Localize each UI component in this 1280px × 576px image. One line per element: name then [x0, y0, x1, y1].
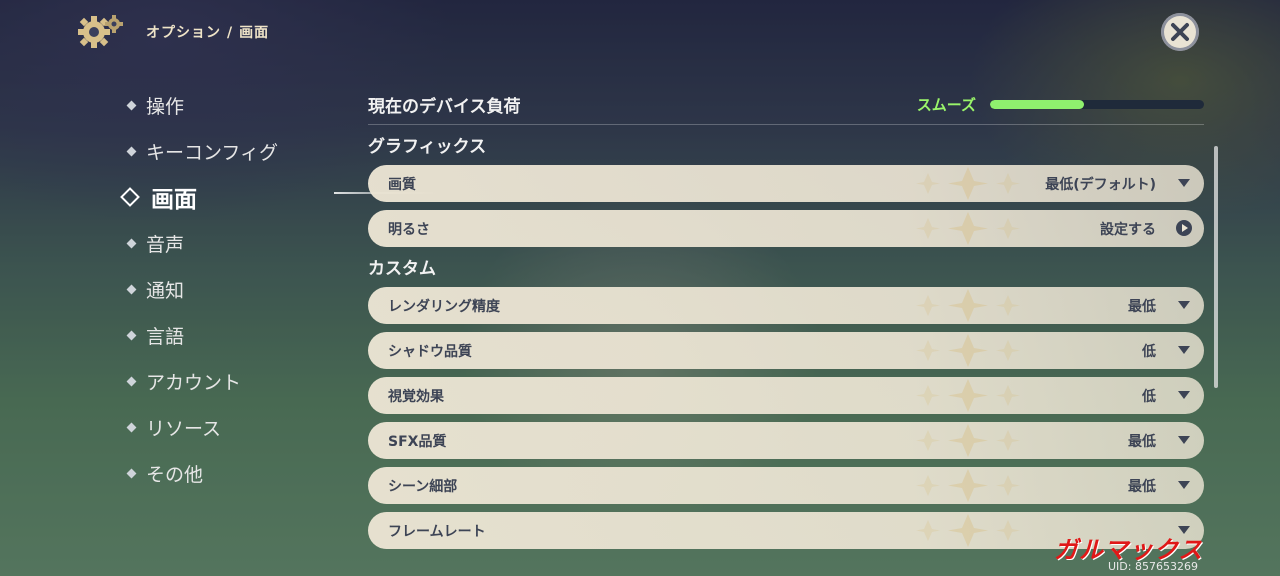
chevron-down-icon — [1178, 346, 1190, 354]
sidebar-item-label: 操作 — [146, 95, 185, 118]
sidebar-item-language[interactable]: 言語 — [126, 312, 356, 358]
device-load-status: スムーズ — [916, 95, 976, 114]
dropdown-button[interactable] — [1176, 432, 1192, 448]
setting-label: レンダリング精度 — [388, 298, 500, 315]
sidebar-item-audio[interactable]: 音声 — [126, 220, 356, 266]
graphics-settings-list: 画質 最低(デフォルト) 明るさ 設定する — [368, 165, 1204, 247]
open-button[interactable] — [1176, 220, 1192, 236]
sidebar-item-key-config[interactable]: キーコンフィグ — [126, 128, 356, 174]
star-decoration-icon — [916, 212, 1020, 245]
section-title-custom: カスタム — [368, 259, 436, 279]
star-decoration-icon — [916, 469, 1020, 502]
bullet-icon — [126, 468, 137, 478]
dropdown-button[interactable] — [1176, 297, 1192, 313]
sidebar-item-resources[interactable]: リソース — [126, 404, 356, 450]
setting-label: フレームレート — [388, 523, 486, 540]
header: オプション / 画面 — [76, 12, 269, 52]
setting-row[interactable]: 視覚効果 低 — [368, 377, 1204, 414]
scrollbar[interactable] — [1214, 146, 1218, 388]
sidebar-item-label: 画面 — [151, 187, 197, 213]
setting-row[interactable]: 明るさ 設定する — [368, 210, 1204, 247]
section-title-graphics: グラフィックス — [368, 137, 487, 157]
star-decoration-icon — [916, 514, 1020, 547]
setting-row[interactable]: シャドウ品質 低 — [368, 332, 1204, 369]
setting-label: SFX品質 — [388, 433, 447, 450]
device-load-fill — [990, 99, 1085, 109]
dropdown-button[interactable] — [1176, 387, 1192, 403]
setting-label: 画質 — [388, 176, 416, 193]
sidebar-item-account[interactable]: アカウント — [126, 358, 356, 404]
breadcrumb-separator: / — [227, 25, 234, 41]
chevron-down-icon — [1178, 391, 1190, 399]
breadcrumb: オプション / 画面 — [146, 22, 269, 42]
device-load-title: 現在のデバイス負荷 — [368, 96, 521, 117]
bullet-icon — [126, 376, 137, 386]
setting-label: 明るさ — [388, 221, 430, 238]
sidebar: 操作 キーコンフィグ 画面 音声 通知 言語 アカウント リソース その他 — [120, 82, 444, 496]
bullet-icon — [126, 422, 137, 432]
sidebar-item-label: 通知 — [146, 279, 185, 302]
setting-label: 視覚効果 — [388, 388, 444, 405]
sidebar-item-notifications[interactable]: 通知 — [126, 266, 356, 312]
chevron-down-icon — [1178, 179, 1190, 187]
bullet-icon — [126, 284, 137, 294]
sidebar-item-label: その他 — [146, 463, 204, 486]
sidebar-item-other[interactable]: その他 — [126, 450, 356, 496]
setting-value: 最低(デフォルト) — [1045, 176, 1156, 193]
breadcrumb-root: オプション — [146, 25, 221, 41]
dropdown-button[interactable] — [1176, 175, 1192, 191]
close-icon — [1171, 23, 1189, 41]
setting-row[interactable]: 画質 最低(デフォルト) — [368, 165, 1204, 202]
settings-panel: 現在のデバイス負荷 スムーズ グラフィックス 画質 最低(デフォルト) 明るさ 設定す… — [368, 84, 1204, 549]
bullet-icon — [126, 330, 137, 340]
breadcrumb-current: 画面 — [239, 25, 270, 41]
bullet-icon — [126, 238, 137, 248]
dropdown-button[interactable] — [1176, 477, 1192, 493]
star-decoration-icon — [916, 379, 1020, 412]
setting-row[interactable]: シーン細部 最低 — [368, 467, 1204, 504]
sidebar-item-label: アカウント — [146, 371, 242, 394]
setting-value: 最低 — [1128, 433, 1156, 450]
sidebar-item-label: キーコンフィグ — [146, 141, 279, 164]
setting-value: 低 — [1142, 388, 1156, 405]
setting-label: シーン細部 — [388, 478, 458, 495]
sidebar-item-label: リソース — [146, 417, 222, 440]
setting-label: シャドウ品質 — [388, 343, 472, 360]
setting-row[interactable]: レンダリング精度 最低 — [368, 287, 1204, 324]
device-load-indicator: スムーズ — [917, 94, 1204, 115]
star-decoration-icon — [916, 424, 1020, 457]
sidebar-item-label: 音声 — [146, 233, 185, 256]
device-load-bar — [990, 99, 1204, 109]
setting-value: 最低 — [1128, 298, 1156, 315]
play-arrow-icon — [1176, 220, 1192, 236]
star-decoration-icon — [916, 334, 1020, 367]
sidebar-item-controls[interactable]: 操作 — [126, 82, 356, 128]
uid-label: UID: 857653269 — [1108, 560, 1198, 573]
setting-row[interactable]: SFX品質 最低 — [368, 422, 1204, 459]
close-button[interactable] — [1161, 13, 1199, 51]
device-load-row: 現在のデバイス負荷 スムーズ — [368, 84, 1204, 125]
gear-icon — [78, 15, 123, 48]
chevron-down-icon — [1178, 481, 1190, 489]
setting-value: 設定する — [1100, 221, 1156, 238]
chevron-down-icon — [1178, 436, 1190, 444]
setting-value: 低 — [1142, 343, 1156, 360]
star-decoration-icon — [916, 289, 1020, 322]
sidebar-item-display[interactable]: 画面 — [120, 174, 444, 220]
bullet-icon — [126, 100, 137, 110]
bullet-icon — [126, 146, 137, 156]
dropdown-button[interactable] — [1176, 342, 1192, 358]
star-decoration-icon — [916, 167, 1020, 200]
sidebar-item-label: 言語 — [146, 325, 185, 348]
chevron-down-icon — [1178, 301, 1190, 309]
setting-value: 最低 — [1128, 478, 1156, 495]
custom-settings-list: レンダリング精度 最低 シャドウ品質低視覚効果低 SFX品質 最低 シーン細部 最低 フレーム… — [368, 287, 1204, 549]
